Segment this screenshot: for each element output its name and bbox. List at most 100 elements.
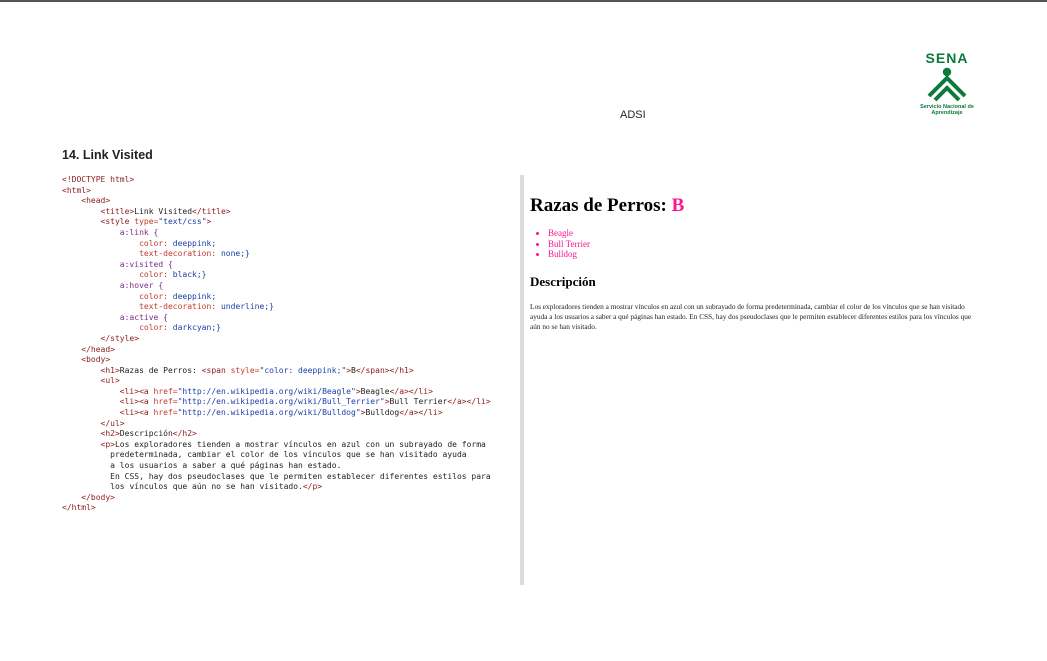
code-token: deeppink;	[172, 291, 217, 301]
sena-logo: SENA Servicio Nacional de Aprendizaje	[916, 50, 978, 122]
preview-paragraph: Los exploradores tienden a mostrar víncu…	[530, 301, 972, 332]
code-line: En CSS, hay dos pseudoclases que le perm…	[62, 472, 518, 483]
code-line: <head>	[62, 196, 518, 207]
code-token: </a></li>	[447, 397, 491, 407]
code-token: </head>	[81, 344, 115, 354]
code-token: <li><a	[119, 408, 154, 418]
code-token: a:visited {	[119, 259, 173, 269]
code-token: deeppink;	[172, 238, 217, 248]
code-line: a:active {	[62, 313, 518, 324]
code-token: </span></h1>	[355, 365, 414, 375]
code-line: </style>	[62, 334, 518, 345]
code-line: <title>Link Visited</title>	[62, 207, 518, 218]
code-token: Link Visited	[134, 206, 193, 216]
code-token: a:link {	[119, 227, 159, 237]
code-token: "http://en.wikipedia.org/wiki/Bull_Terri…	[177, 397, 385, 407]
code-line: <style type="text/css">	[62, 217, 518, 228]
code-token: <h2>	[100, 429, 120, 439]
code-token: type=	[134, 217, 159, 227]
logo-subtitle: Servicio Nacional de Aprendizaje	[920, 104, 974, 116]
sena-emblem-icon	[927, 67, 967, 102]
code-token: "color: deeppink;"	[259, 365, 347, 375]
code-token: color:	[139, 323, 173, 333]
code-token: darkcyan;}	[172, 323, 221, 333]
code-line: <li><a href="http://en.wikipedia.org/wik…	[62, 408, 518, 419]
panel-divider	[520, 175, 524, 585]
code-token: Bull Terrier	[389, 397, 448, 407]
list-item[interactable]: Bull Terrier	[548, 239, 980, 250]
code-token: a los usuarios a saber a qué páginas han…	[110, 461, 342, 471]
code-line: a los usuarios a saber a qué páginas han…	[62, 461, 518, 472]
code-token: <li><a	[119, 397, 154, 407]
code-line: text-decoration: underline;}	[62, 302, 518, 313]
code-token: Beagle	[360, 386, 390, 396]
code-token: </html>	[62, 503, 96, 513]
code-token: "http://en.wikipedia.org/wiki/Beagle"	[177, 386, 356, 396]
breed-link-bulldog[interactable]: Bulldog	[548, 249, 577, 259]
code-line: predeterminada, cambiar el color de los …	[62, 450, 518, 461]
code-token: text-decoration:	[139, 249, 221, 259]
code-line: a:link {	[62, 228, 518, 239]
code-token: </body>	[81, 492, 115, 502]
code-token: <p>	[100, 439, 115, 449]
breed-link-bull-terrier[interactable]: Bull Terrier	[548, 239, 590, 249]
code-token: predeterminada, cambiar el color de los …	[110, 450, 467, 460]
code-token: </a></li>	[399, 408, 443, 418]
code-line: text-decoration: none;}	[62, 249, 518, 260]
code-line: </body>	[62, 493, 518, 504]
code-token: los vínculos que aún no se han visitado.	[110, 482, 303, 492]
code-token: </h2>	[172, 429, 197, 439]
code-line: color: deeppink;	[62, 292, 518, 303]
code-token: Descripción	[119, 429, 173, 439]
code-line: <!DOCTYPE html>	[62, 175, 518, 186]
section-title: 14. Link Visited	[62, 148, 153, 162]
list-item[interactable]: Bulldog	[548, 249, 980, 260]
code-token: </a></li>	[389, 386, 433, 396]
code-token: <!DOCTYPE html>	[62, 175, 135, 184]
breed-link-beagle[interactable]: Beagle	[548, 228, 573, 238]
code-token: <head>	[81, 196, 111, 206]
code-line: los vínculos que aún no se han visitado.…	[62, 482, 518, 493]
code-line: </html>	[62, 503, 518, 514]
code-line: color: darkcyan;}	[62, 323, 518, 334]
code-token: href=	[153, 386, 178, 396]
code-token: <style	[100, 217, 135, 227]
logo-word: SENA	[925, 50, 969, 66]
list-item[interactable]: Beagle	[548, 228, 980, 239]
code-line: <li><a href="http://en.wikipedia.org/wik…	[62, 397, 518, 408]
code-token: color:	[139, 270, 173, 280]
code-line: a:hover {	[62, 281, 518, 292]
preview-heading-highlight: B	[671, 195, 685, 216]
code-token: >	[206, 217, 212, 227]
code-token: En CSS, hay dos pseudoclases que le perm…	[110, 471, 491, 481]
code-token: <ul>	[100, 376, 120, 386]
code-token: color:	[139, 238, 173, 248]
code-line: color: black;}	[62, 270, 518, 281]
code-token: <h1>	[100, 365, 120, 375]
code-token: Bulldog	[365, 408, 400, 418]
code-token: style=	[230, 365, 260, 375]
code-token: Los exploradores tienden a mostrar víncu…	[114, 439, 486, 449]
code-token: black;}	[172, 270, 207, 280]
code-token: </title>	[192, 206, 231, 216]
code-line: </ul>	[62, 419, 518, 430]
code-line: color: deeppink;	[62, 239, 518, 250]
code-line: <h2>Descripción</h2>	[62, 429, 518, 440]
code-line: <body>	[62, 355, 518, 366]
preview-heading: Razas de Perros: B	[530, 194, 980, 218]
code-line: <html>	[62, 186, 518, 197]
code-token: <title>	[100, 206, 135, 216]
code-token: "text/css"	[158, 217, 207, 227]
rendered-preview: Razas de Perros: B Beagle Bull Terrier B…	[530, 180, 980, 332]
code-token: color:	[139, 291, 173, 301]
breed-list: Beagle Bull Terrier Bulldog	[530, 228, 980, 260]
code-token: "http://en.wikipedia.org/wiki/Bulldog"	[177, 408, 361, 418]
code-token: <li><a	[119, 386, 154, 396]
code-token: a:hover {	[119, 280, 164, 290]
code-line: <p>Los exploradores tienden a mostrar ví…	[62, 440, 518, 451]
code-token: href=	[153, 408, 178, 418]
code-token: </style>	[100, 333, 140, 343]
program-label: ADSI	[620, 109, 646, 121]
code-token: a:active {	[119, 312, 168, 322]
code-token: none;}	[220, 249, 250, 259]
